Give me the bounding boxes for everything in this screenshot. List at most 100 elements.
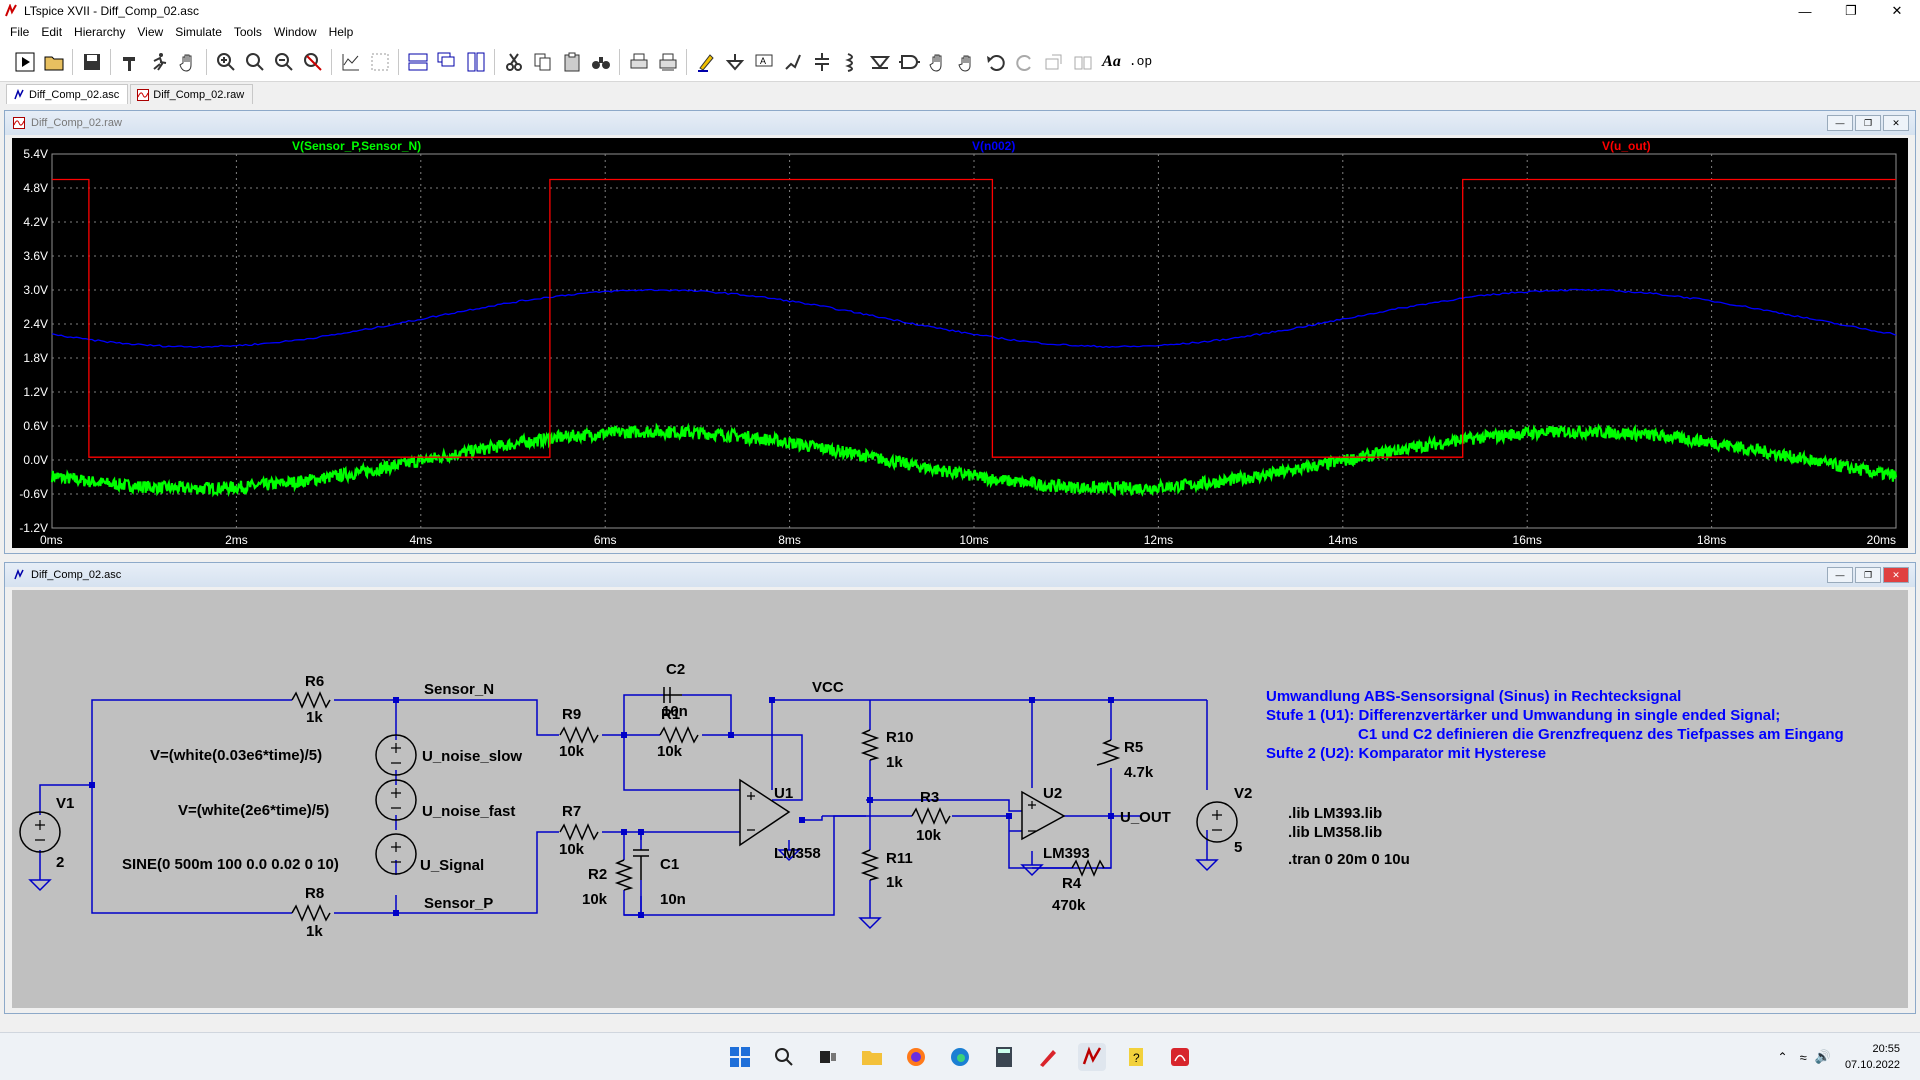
drag-button[interactable] — [952, 47, 981, 76]
label-u-noise-slow: U_noise_slow — [422, 748, 522, 765]
control-panel-button[interactable] — [115, 47, 144, 76]
volume-icon[interactable]: 🔊 — [1815, 1049, 1831, 1065]
rotate-button[interactable] — [1039, 47, 1068, 76]
save-icon — [83, 53, 100, 70]
label-v1-value: 2 — [56, 854, 64, 871]
label-net-button[interactable]: A — [749, 47, 778, 76]
toolbar-separator — [110, 48, 111, 75]
menu-file[interactable]: File — [4, 25, 35, 39]
waveform-close-button[interactable]: ✕ — [1883, 115, 1909, 131]
tile-horizontal-button[interactable] — [403, 47, 432, 76]
wifi-icon[interactable]: ≈ — [1800, 1050, 1807, 1065]
label-c1-value: 10n — [660, 891, 686, 908]
menu-tools[interactable]: Tools — [228, 25, 268, 39]
zoom-out-icon — [274, 52, 293, 71]
paste-button[interactable] — [557, 47, 586, 76]
clock[interactable]: 20:55 07.10.2022 — [1845, 1041, 1900, 1073]
cascade-button[interactable] — [432, 47, 461, 76]
chevron-up-icon[interactable]: ⌃ — [1778, 1050, 1788, 1064]
cut-button[interactable] — [499, 47, 528, 76]
zoom-pan-button[interactable] — [240, 47, 269, 76]
taskbar-explorer[interactable] — [858, 1043, 886, 1071]
find-button[interactable] — [586, 47, 615, 76]
label-r7-value: 10k — [559, 841, 585, 858]
schematic-window-titlebar[interactable]: Diff_Comp_02.asc — ❐ ✕ — [5, 563, 1915, 587]
taskbar-search-button[interactable] — [770, 1043, 798, 1071]
taskbar-firefox[interactable] — [902, 1043, 930, 1071]
schematic-canvas[interactable]: R6 1k R8 1k Sensor_N Sensor_P V1 2 V2 5 … — [12, 590, 1908, 1008]
schematic-restore-button[interactable]: ❐ — [1855, 567, 1881, 583]
waveform-restore-button[interactable]: ❐ — [1855, 115, 1881, 131]
resistor-button[interactable] — [778, 47, 807, 76]
waveform-plot-svg[interactable]: 5.4V 4.8V 4.2V 3.6V 3.0V 2.4V 1.8V 1.2V 0.6V 0.0V… — [12, 138, 1908, 548]
taskbar-calculator[interactable] — [990, 1043, 1018, 1071]
tab-waveform[interactable]: Diff_Comp_02.raw — [130, 84, 254, 104]
menu-view[interactable]: View — [131, 25, 169, 39]
zoom-out-button[interactable] — [269, 47, 298, 76]
move-button[interactable] — [923, 47, 952, 76]
move-hand-icon — [928, 54, 941, 72]
comment-block: Umwandlung ABS-Sensorsignal (Sinus) in R… — [1266, 688, 1844, 762]
autorange-button[interactable] — [336, 47, 365, 76]
menu-simulate[interactable]: Simulate — [169, 25, 228, 39]
minimize-button[interactable]: — — [1782, 0, 1828, 22]
schematic-close-button[interactable]: ✕ — [1883, 567, 1909, 583]
tab-schematic[interactable]: Diff_Comp_02.asc — [6, 84, 129, 104]
draw-wire-button[interactable] — [691, 47, 720, 76]
ground-button[interactable] — [720, 47, 749, 76]
undo-button[interactable] — [981, 47, 1010, 76]
x-tick-label: 20ms — [1867, 533, 1896, 547]
redo-button[interactable] — [1010, 47, 1039, 76]
pan-button[interactable] — [173, 47, 202, 76]
y-tick-label: 3.6V — [23, 249, 48, 263]
schematic-minimize-button[interactable]: — — [1827, 567, 1853, 583]
taskbar-pen-app[interactable] — [1034, 1043, 1062, 1071]
mirror-button[interactable] — [1068, 47, 1097, 76]
run-button[interactable] — [10, 47, 39, 76]
close-button[interactable]: ✕ — [1874, 0, 1920, 22]
resistor-icon — [784, 54, 801, 70]
save-button[interactable] — [77, 47, 106, 76]
maximize-button[interactable]: ❐ — [1828, 0, 1874, 22]
grid-button[interactable] — [365, 47, 394, 76]
y-tick-label: 2.4V — [23, 317, 48, 331]
print-preview-button[interactable] — [653, 47, 682, 76]
spice-directive-button[interactable]: .op — [1126, 47, 1155, 76]
menu-help[interactable]: Help — [323, 25, 360, 39]
net-label-sensor-n: Sensor_N — [424, 681, 494, 698]
taskbar-help-app[interactable]: ? — [1122, 1043, 1150, 1071]
comment-line-3: C1 und C2 definieren die Grenzfrequenz d… — [1358, 726, 1844, 743]
zoom-fit-button[interactable] — [298, 47, 327, 76]
redo-icon — [1015, 54, 1031, 71]
print-button[interactable] — [624, 47, 653, 76]
menu-window[interactable]: Window — [268, 25, 323, 39]
inductor-button[interactable] — [836, 47, 865, 76]
taskbar-ltspice[interactable] — [1078, 1043, 1106, 1071]
label-r11: R11 — [886, 850, 913, 867]
undo-icon — [986, 54, 1005, 71]
label-v2: V2 — [1234, 785, 1252, 802]
start-button[interactable] — [726, 1043, 754, 1071]
schematic-svg[interactable]: R6 1k R8 1k Sensor_N Sensor_P V1 2 V2 5 … — [12, 590, 1908, 1008]
taskbar-acrobat[interactable] — [1166, 1043, 1194, 1071]
menu-edit[interactable]: Edit — [35, 25, 68, 39]
zoom-in-button[interactable] — [211, 47, 240, 76]
menu-hierarchy[interactable]: Hierarchy — [68, 25, 131, 39]
task-view-button[interactable] — [814, 1043, 842, 1071]
halt-button[interactable] — [144, 47, 173, 76]
capacitor-button[interactable] — [807, 47, 836, 76]
tile-vertical-button[interactable] — [461, 47, 490, 76]
copy-button[interactable] — [528, 47, 557, 76]
mirror-icon — [1074, 56, 1091, 69]
waveform-window-titlebar[interactable]: Diff_Comp_02.raw — ❐ ✕ — [5, 111, 1915, 135]
open-button[interactable] — [39, 47, 68, 76]
toolbar-separator — [686, 48, 687, 75]
component-button[interactable] — [894, 47, 923, 76]
waveform-plot[interactable]: 5.4V 4.8V 4.2V 3.6V 3.0V 2.4V 1.8V 1.2V 0.6V 0.0V… — [12, 138, 1908, 548]
taskbar-edge[interactable] — [946, 1043, 974, 1071]
waveform-minimize-button[interactable]: — — [1827, 115, 1853, 131]
diode-button[interactable] — [865, 47, 894, 76]
text-button[interactable]: Aa — [1097, 47, 1126, 76]
ground-icon — [725, 53, 744, 71]
resistor-r10 — [860, 729, 880, 761]
